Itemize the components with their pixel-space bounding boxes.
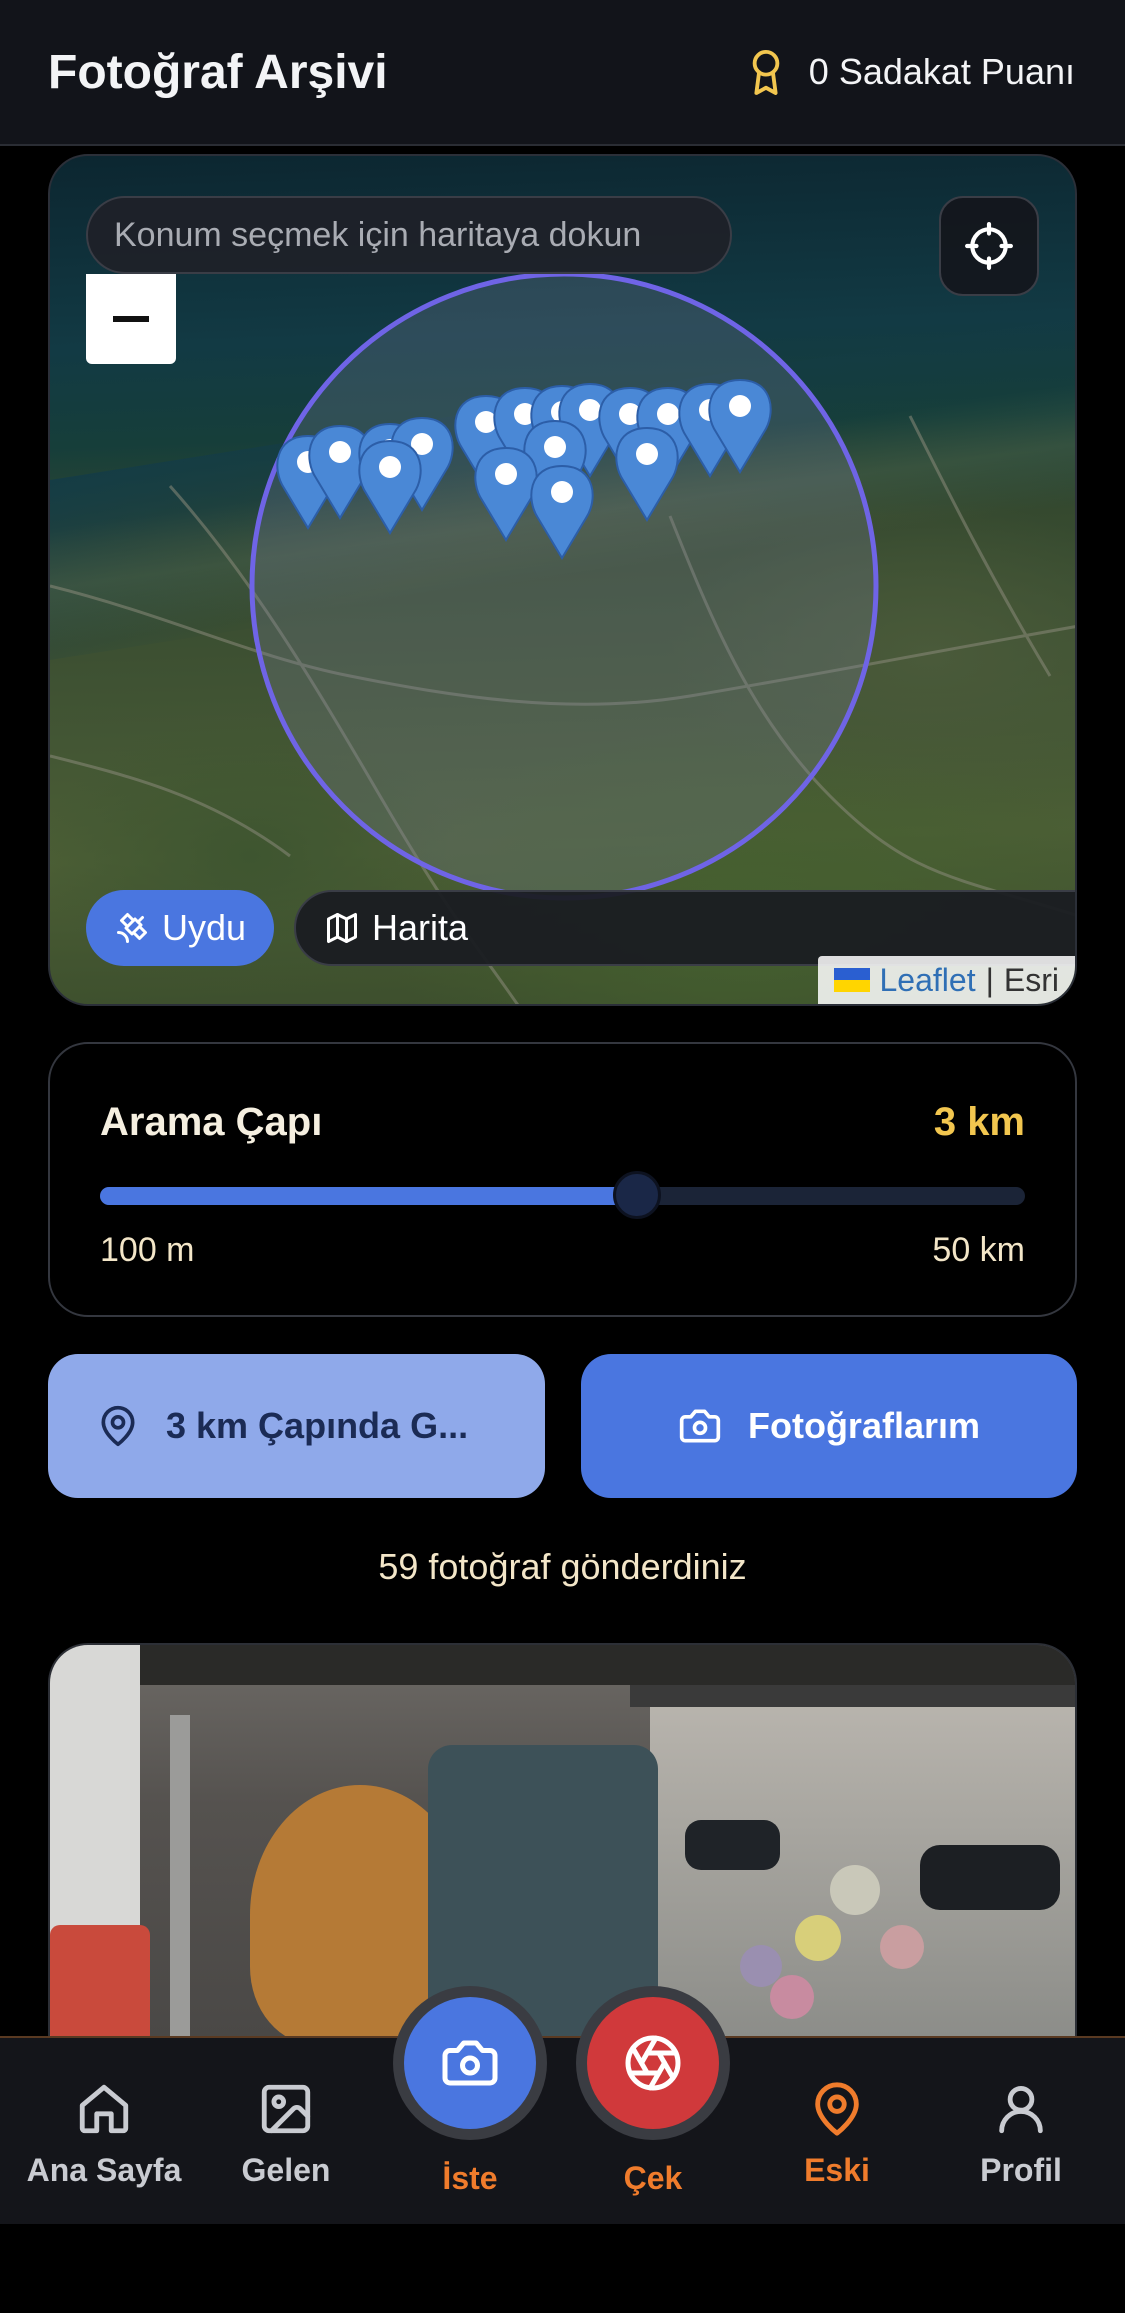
radius-min-label: 100 m (100, 1231, 195, 1269)
app-header: Fotoğraf Arşivi 0 Sadakat Puanı (0, 0, 1125, 146)
page-title: Fotoğraf Arşivi (48, 45, 388, 99)
photo-card[interactable] (48, 1643, 1077, 2043)
nearby-photos-label: 3 km Çapında G... (166, 1405, 469, 1446)
map-attribution: Leaflet | Esri (817, 956, 1075, 1004)
nearby-photos-button[interactable]: 3 km Çapında G... (48, 1354, 545, 1498)
nav-home-label: Ana Sayfa (26, 2152, 182, 2188)
loyalty-points-label: 0 Sadakat Puanı (808, 51, 1075, 92)
camera-icon (679, 1409, 721, 1443)
home-icon (79, 2084, 129, 2134)
photo-car (920, 1845, 1060, 1910)
radius-slider-fill (100, 1187, 637, 1205)
aperture-icon (625, 2035, 681, 2091)
photo-red-object (50, 1925, 150, 2043)
ukraine-flag-icon (833, 968, 870, 992)
nav-profile[interactable]: Profil (921, 2080, 1121, 2189)
camera-icon (442, 2040, 498, 2086)
map-search-placeholder: Konum seçmek için haritaya dokun (114, 215, 642, 254)
photo-ball (830, 1865, 880, 1915)
map-search-hint[interactable]: Konum seçmek için haritaya dokun (86, 196, 732, 274)
map-layer-button[interactable]: Harita (294, 890, 1075, 966)
map-view[interactable]: Konum seçmek için haritaya dokun Uydu Ha… (48, 154, 1077, 1006)
photo-ceiling (50, 1645, 1075, 1685)
image-icon (261, 2084, 311, 2134)
nav-old[interactable]: Eski (737, 2080, 937, 2189)
search-radius-card: Arama Çapı 3 km 100 m 50 km (48, 1042, 1077, 1317)
user-icon (999, 2086, 1043, 2134)
leaflet-link[interactable]: Leaflet (880, 962, 976, 999)
map-pin-icon (101, 1405, 135, 1447)
satellite-icon (117, 913, 147, 943)
satellite-layer-label: Uydu (162, 907, 247, 948)
map-overlay (50, 271, 1075, 1004)
shoot-photo-circle (587, 1997, 719, 2129)
radius-slider[interactable] (100, 1171, 1025, 1219)
map-layer-label: Harita (372, 907, 469, 948)
zoom-out-button[interactable] (86, 274, 176, 364)
loyalty-points[interactable]: 0 Sadakat Puanı (745, 47, 1075, 97)
search-radius-circle (249, 271, 879, 901)
photo-car (685, 1820, 780, 1870)
attribution-provider: Esri (1003, 961, 1059, 998)
nav-incoming[interactable]: Gelen (186, 2080, 386, 2189)
photo-ball (880, 1925, 924, 1969)
home-indicator-area (0, 2224, 1125, 2313)
nav-incoming-label: Gelen (241, 2152, 331, 2188)
request-photo-button[interactable] (393, 1986, 547, 2140)
photo-window-frame (630, 1685, 1075, 1707)
map-pin-icon (815, 2082, 859, 2136)
shoot-photo-label: Çek (623, 2160, 683, 2196)
my-photos-button[interactable]: Fotoğraflarım (581, 1354, 1077, 1498)
request-photo-label: İste (442, 2160, 498, 2196)
radius-max-label: 50 km (932, 1231, 1025, 1269)
nav-home[interactable]: Ana Sayfa (4, 2080, 204, 2189)
sent-photos-count: 59 fotoğraf gönderdiniz (378, 1546, 747, 1587)
minus-icon (113, 316, 149, 322)
photo-shelf (170, 1715, 190, 2043)
locate-me-button[interactable] (939, 196, 1039, 296)
satellite-layer-button[interactable]: Uydu (86, 890, 275, 966)
attribution-separator: | (985, 961, 994, 998)
radius-value: 3 km (933, 1100, 1025, 1144)
request-photo-circle (404, 1997, 536, 2129)
my-photos-label: Fotoğraflarım (747, 1405, 980, 1446)
map-icon (327, 913, 357, 943)
radius-slider-thumb[interactable] (612, 1171, 661, 1219)
photo-ball (770, 1975, 814, 2019)
radius-label: Arama Çapı (100, 1100, 323, 1144)
shoot-photo-button[interactable] (576, 1986, 730, 2140)
award-icon (752, 49, 780, 95)
nav-profile-label: Profil (980, 2152, 1062, 2188)
photo-ball (795, 1915, 841, 1961)
nav-old-label: Eski (804, 2152, 870, 2188)
crosshair-icon (965, 222, 1013, 270)
